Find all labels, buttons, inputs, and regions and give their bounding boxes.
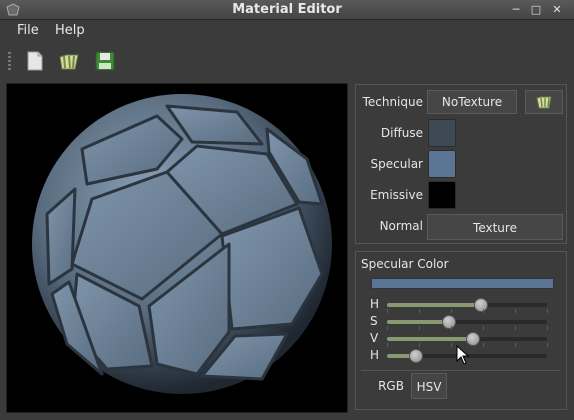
tab-separator bbox=[361, 370, 561, 371]
saturation-slider-ticks bbox=[387, 326, 548, 330]
technique-open-button[interactable] bbox=[525, 90, 563, 114]
hue-slider[interactable] bbox=[387, 298, 547, 312]
slider-tick bbox=[451, 343, 452, 347]
save-icon[interactable] bbox=[94, 50, 116, 72]
open-file-icon[interactable] bbox=[58, 50, 80, 72]
slider-tick bbox=[451, 326, 452, 330]
slider-tick bbox=[515, 343, 516, 347]
close-icon[interactable]: ✕ bbox=[549, 2, 565, 18]
slider-label-s: S bbox=[370, 314, 378, 328]
menu-file[interactable]: File bbox=[17, 23, 39, 38]
normal-texture-button[interactable]: Texture bbox=[427, 214, 563, 240]
secondary-h-slider-handle[interactable] bbox=[408, 349, 423, 363]
maximize-icon[interactable]: □ bbox=[528, 2, 544, 18]
specular-color-panel: Specular Color H S V H RGB HSV bbox=[355, 251, 567, 410]
slider-tick bbox=[451, 309, 452, 313]
emissive-color-swatch[interactable] bbox=[428, 181, 456, 209]
tab-hsv[interactable]: HSV bbox=[411, 373, 447, 399]
title-bar: Material Editor ─ □ ✕ bbox=[0, 0, 574, 20]
window-title: Material Editor bbox=[232, 2, 342, 17]
slider-tick bbox=[547, 326, 548, 330]
new-file-icon[interactable] bbox=[24, 50, 46, 72]
render-viewport[interactable] bbox=[6, 83, 348, 413]
saturation-slider[interactable] bbox=[387, 315, 547, 329]
toolbar-grip[interactable] bbox=[8, 52, 11, 70]
value-slider-fill bbox=[387, 337, 474, 341]
slider-tick bbox=[515, 326, 516, 330]
slider-tick bbox=[419, 326, 420, 330]
specular-color-swatch[interactable] bbox=[428, 150, 456, 178]
emissive-label: Emissive bbox=[370, 188, 423, 202]
material-preview-model bbox=[32, 94, 332, 394]
value-slider[interactable] bbox=[387, 332, 547, 346]
menu-help[interactable]: Help bbox=[55, 23, 85, 38]
diffuse-color-swatch[interactable] bbox=[428, 119, 456, 147]
slider-tick bbox=[483, 326, 484, 330]
technique-selector[interactable]: NoTexture bbox=[427, 90, 517, 114]
slider-tick bbox=[483, 309, 484, 313]
minimize-icon[interactable]: ─ bbox=[508, 2, 524, 18]
slider-tick bbox=[419, 309, 420, 313]
slider-tick bbox=[387, 343, 388, 347]
diffuse-label: Diffuse bbox=[380, 126, 423, 140]
slider-label-h2: H bbox=[370, 348, 380, 362]
mouse-cursor-icon bbox=[456, 345, 470, 365]
slider-tick bbox=[387, 309, 388, 313]
slider-tick bbox=[419, 343, 420, 347]
hue-slider-ticks bbox=[387, 309, 548, 313]
menu-bar: File Help bbox=[0, 20, 574, 42]
material-properties-panel: Technique NoTexture Diffuse Specular Emi… bbox=[355, 84, 567, 244]
slider-tick bbox=[515, 309, 516, 313]
technique-label: Technique bbox=[362, 95, 423, 109]
open-file-icon bbox=[536, 96, 552, 109]
specular-label: Specular bbox=[370, 157, 423, 171]
slider-tick bbox=[547, 309, 548, 313]
tab-rgb[interactable]: RGB bbox=[371, 373, 411, 399]
slider-tick bbox=[547, 343, 548, 347]
slider-tick bbox=[387, 326, 388, 330]
specular-color-preview bbox=[371, 278, 554, 289]
toolbar bbox=[0, 42, 574, 80]
normal-label: Normal bbox=[379, 219, 423, 233]
hue-slider-fill bbox=[387, 303, 482, 307]
specular-color-title: Specular Color bbox=[361, 257, 449, 271]
slider-label-h: H bbox=[370, 297, 380, 311]
slider-label-v: V bbox=[370, 331, 379, 345]
slider-tick bbox=[483, 343, 484, 347]
saturation-slider-fill bbox=[387, 320, 450, 324]
